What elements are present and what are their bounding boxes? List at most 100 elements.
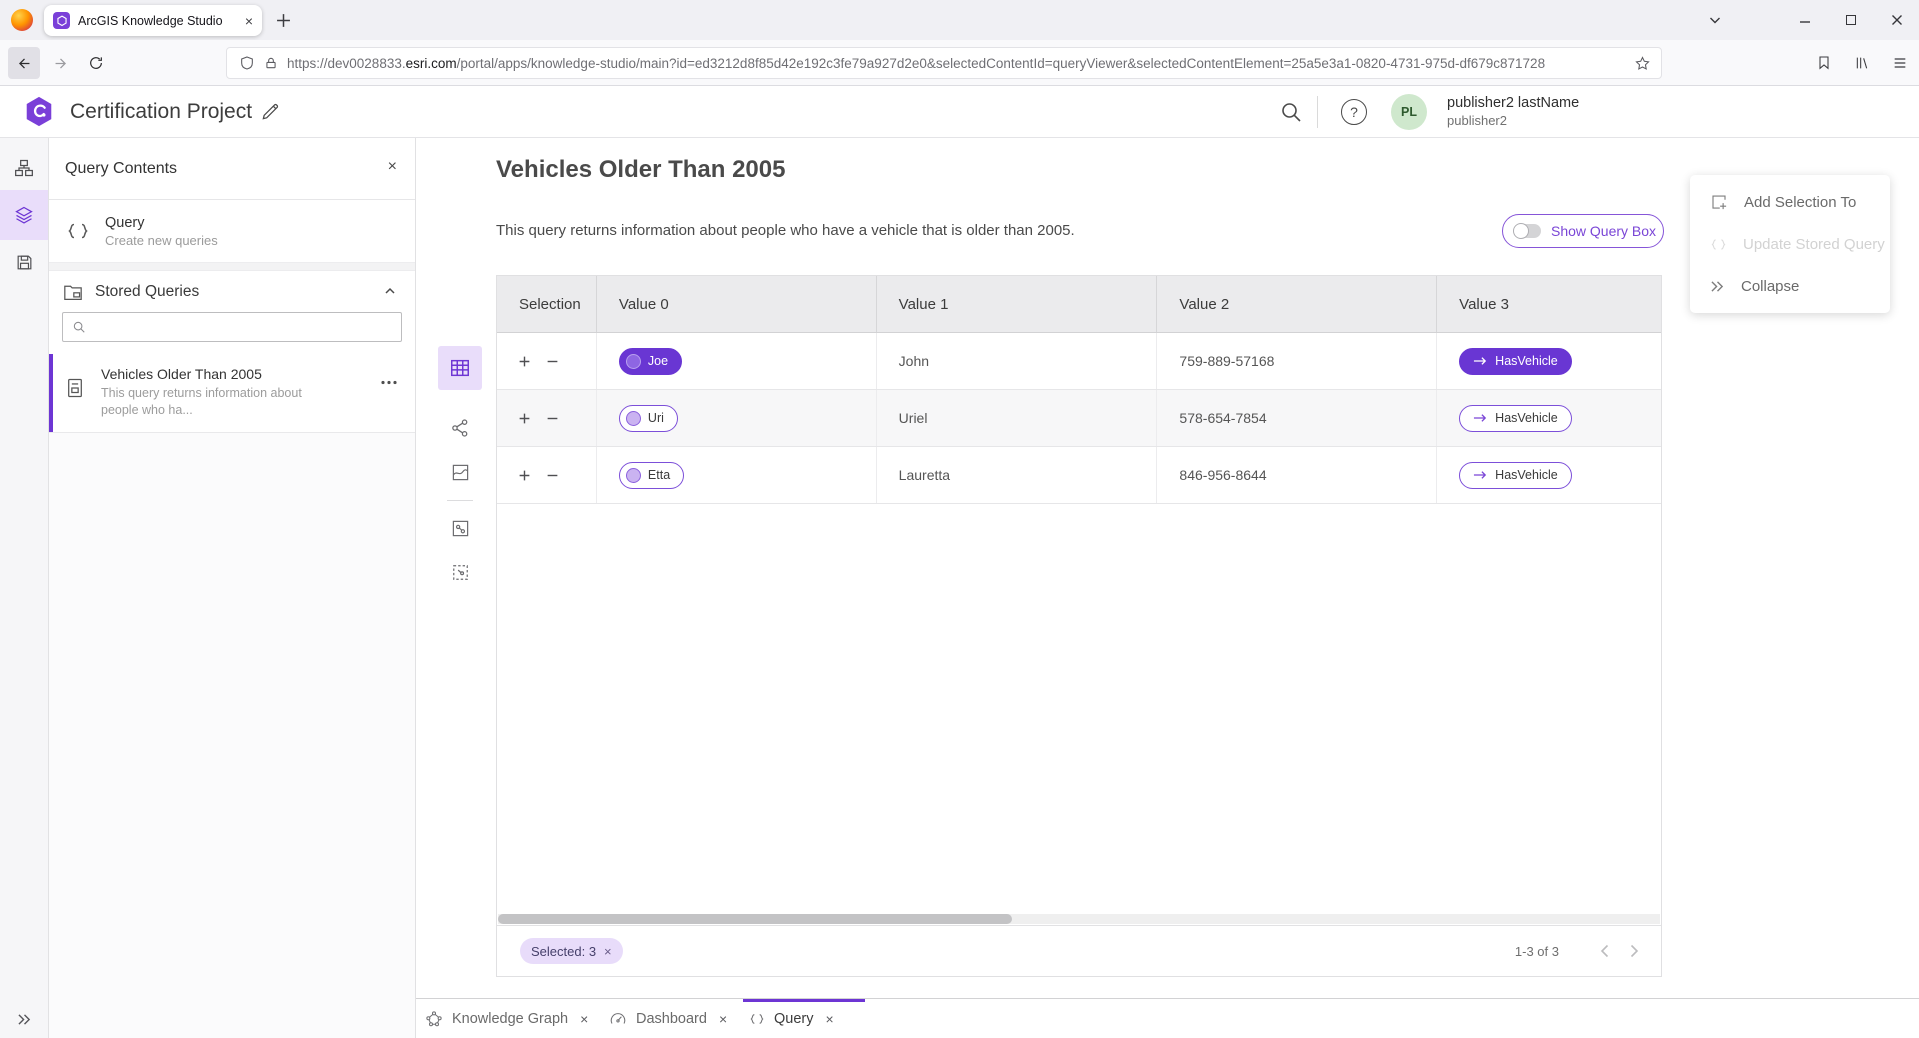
selected-indicator [49, 354, 53, 432]
add-to-selection-button[interactable] [515, 352, 533, 370]
window-maximize-button[interactable] [1836, 7, 1866, 33]
table-row: Joe John 759-889-57168 HasVehicle [497, 333, 1661, 390]
remove-from-selection-button[interactable] [543, 352, 561, 370]
dashboard-gauge-icon [609, 1010, 627, 1028]
forward-button[interactable] [44, 47, 76, 79]
url-text: https://dev0028833.esri.com/portal/apps/… [287, 56, 1545, 71]
avatar[interactable]: PL [1391, 94, 1427, 130]
panel-title: Query Contents [65, 160, 177, 178]
stored-query-item[interactable]: Vehicles Older Than 2005 This query retu… [49, 354, 415, 433]
new-query-item[interactable]: Query Create new queries [49, 200, 415, 263]
relationship-arrow-icon [1473, 413, 1488, 423]
address-bar[interactable]: https://dev0028833.esri.com/portal/apps/… [226, 47, 1662, 79]
close-tab-icon[interactable]: × [580, 1011, 588, 1027]
edit-title-pencil-icon[interactable] [260, 102, 282, 124]
bookmark-star-icon[interactable] [1634, 55, 1651, 72]
expand-rail-icon[interactable] [0, 1006, 48, 1032]
entity-pill[interactable]: Uri [619, 405, 678, 432]
project-hierarchy-icon[interactable] [0, 146, 48, 190]
new-tab-button[interactable] [270, 8, 296, 32]
stored-query-document-icon [66, 378, 84, 398]
select-graph-icon[interactable] [438, 506, 482, 550]
show-query-box-toggle[interactable]: Show Query Box [1502, 214, 1664, 248]
entity-pill[interactable]: Etta [619, 462, 684, 489]
remove-from-selection-button[interactable] [543, 409, 561, 427]
table-footer: Selected: 3 × 1-3 of 3 [497, 925, 1661, 976]
column-header-value3[interactable]: Value 3 [1437, 276, 1661, 332]
scrollbar-thumb[interactable] [498, 914, 1012, 924]
close-tab-icon[interactable]: × [826, 1011, 834, 1027]
chevron-up-icon[interactable] [383, 284, 397, 298]
tab-dashboard[interactable]: Dashboard × [609, 999, 727, 1038]
query-item-title: Query [105, 215, 218, 231]
knowledge-studio-logo-icon [22, 95, 56, 129]
add-to-selection-button[interactable] [515, 409, 533, 427]
search-input[interactable] [93, 314, 401, 340]
remove-from-selection-button[interactable] [543, 466, 561, 484]
panel-spacer [49, 263, 415, 271]
selected-count-label: Selected: 3 [531, 944, 596, 959]
entity-pill[interactable]: Joe [619, 348, 682, 375]
selection-context-menu: Add Selection To Update Stored Query Col… [1690, 175, 1890, 313]
library-icon[interactable] [1846, 47, 1878, 79]
menu-item-add-selection-to[interactable]: Add Selection To [1690, 181, 1890, 223]
tracking-shield-icon[interactable] [239, 55, 255, 71]
tab-close-icon[interactable]: × [245, 14, 253, 28]
relationship-pill[interactable]: HasVehicle [1459, 405, 1572, 432]
lock-icon[interactable] [264, 56, 278, 70]
add-selection-icon [1710, 193, 1728, 211]
stored-queries-searchbox[interactable] [62, 312, 402, 342]
browser-tab[interactable]: ArcGIS Knowledge Studio × [44, 5, 262, 36]
contents-layers-icon[interactable] [0, 190, 48, 240]
user-info[interactable]: publisher2 lastName publisher2 [1447, 94, 1579, 130]
tools-divider [447, 500, 473, 501]
stored-queries-title: Stored Queries [95, 283, 199, 301]
query-result-description: This query returns information about peo… [496, 222, 1075, 239]
previous-page-icon[interactable] [1593, 940, 1615, 962]
toggle-switch-icon[interactable] [1514, 224, 1541, 238]
link-chart-icon[interactable] [438, 406, 482, 450]
close-tab-icon[interactable]: × [719, 1011, 727, 1027]
entity-label: Etta [648, 468, 670, 482]
relationship-pill[interactable]: HasVehicle [1459, 462, 1572, 489]
search-icon[interactable] [1279, 100, 1303, 124]
reload-button[interactable] [80, 47, 112, 79]
table-body: Joe John 759-889-57168 HasVehicle [497, 333, 1661, 504]
value1-cell: Uriel [877, 390, 1158, 446]
selection-tools-icon[interactable] [438, 550, 482, 594]
table-header-row: Selection Value 0 Value 1 Value 2 Value … [497, 276, 1661, 333]
clear-selection-icon[interactable]: × [604, 944, 612, 959]
next-page-icon[interactable] [1623, 940, 1645, 962]
help-icon[interactable]: ? [1341, 99, 1367, 125]
column-header-selection[interactable]: Selection [497, 276, 597, 332]
tab-query[interactable]: Query × [749, 999, 834, 1038]
left-icon-rail [0, 138, 49, 1038]
column-header-value1[interactable]: Value 1 [877, 276, 1158, 332]
stored-queries-header[interactable]: Stored Queries [49, 271, 415, 312]
selected-count-chip[interactable]: Selected: 3 × [520, 938, 623, 964]
query-item-subtitle: Create new queries [105, 233, 218, 248]
table-view-icon[interactable] [438, 346, 482, 390]
window-minimize-button[interactable] [1790, 7, 1820, 33]
item-options-icon[interactable] [381, 380, 397, 385]
list-all-tabs-button[interactable] [1700, 7, 1730, 33]
back-button[interactable] [8, 47, 40, 79]
save-icon[interactable] [0, 240, 48, 284]
firefox-icon [11, 9, 33, 31]
window-close-button[interactable] [1882, 7, 1912, 33]
panel-close-icon[interactable]: × [388, 158, 397, 176]
browser-tab-strip: ArcGIS Knowledge Studio × [0, 0, 1919, 40]
folder-icon [63, 283, 83, 301]
save-to-pocket-icon[interactable] [1808, 47, 1840, 79]
menu-item-collapse[interactable]: Collapse [1690, 265, 1890, 307]
project-title: Certification Project [70, 86, 252, 138]
query-contents-panel: Query Contents × Query Create new querie… [49, 138, 416, 1038]
column-header-value2[interactable]: Value 2 [1157, 276, 1437, 332]
map-view-icon[interactable] [438, 450, 482, 494]
menu-icon[interactable] [1884, 47, 1916, 79]
add-to-selection-button[interactable] [515, 466, 533, 484]
relationship-pill[interactable]: HasVehicle [1459, 348, 1572, 375]
menu-item-update-stored-query[interactable]: Update Stored Query [1690, 223, 1890, 265]
column-header-value0[interactable]: Value 0 [597, 276, 877, 332]
tab-knowledge-graph[interactable]: Knowledge Graph × [425, 999, 588, 1038]
